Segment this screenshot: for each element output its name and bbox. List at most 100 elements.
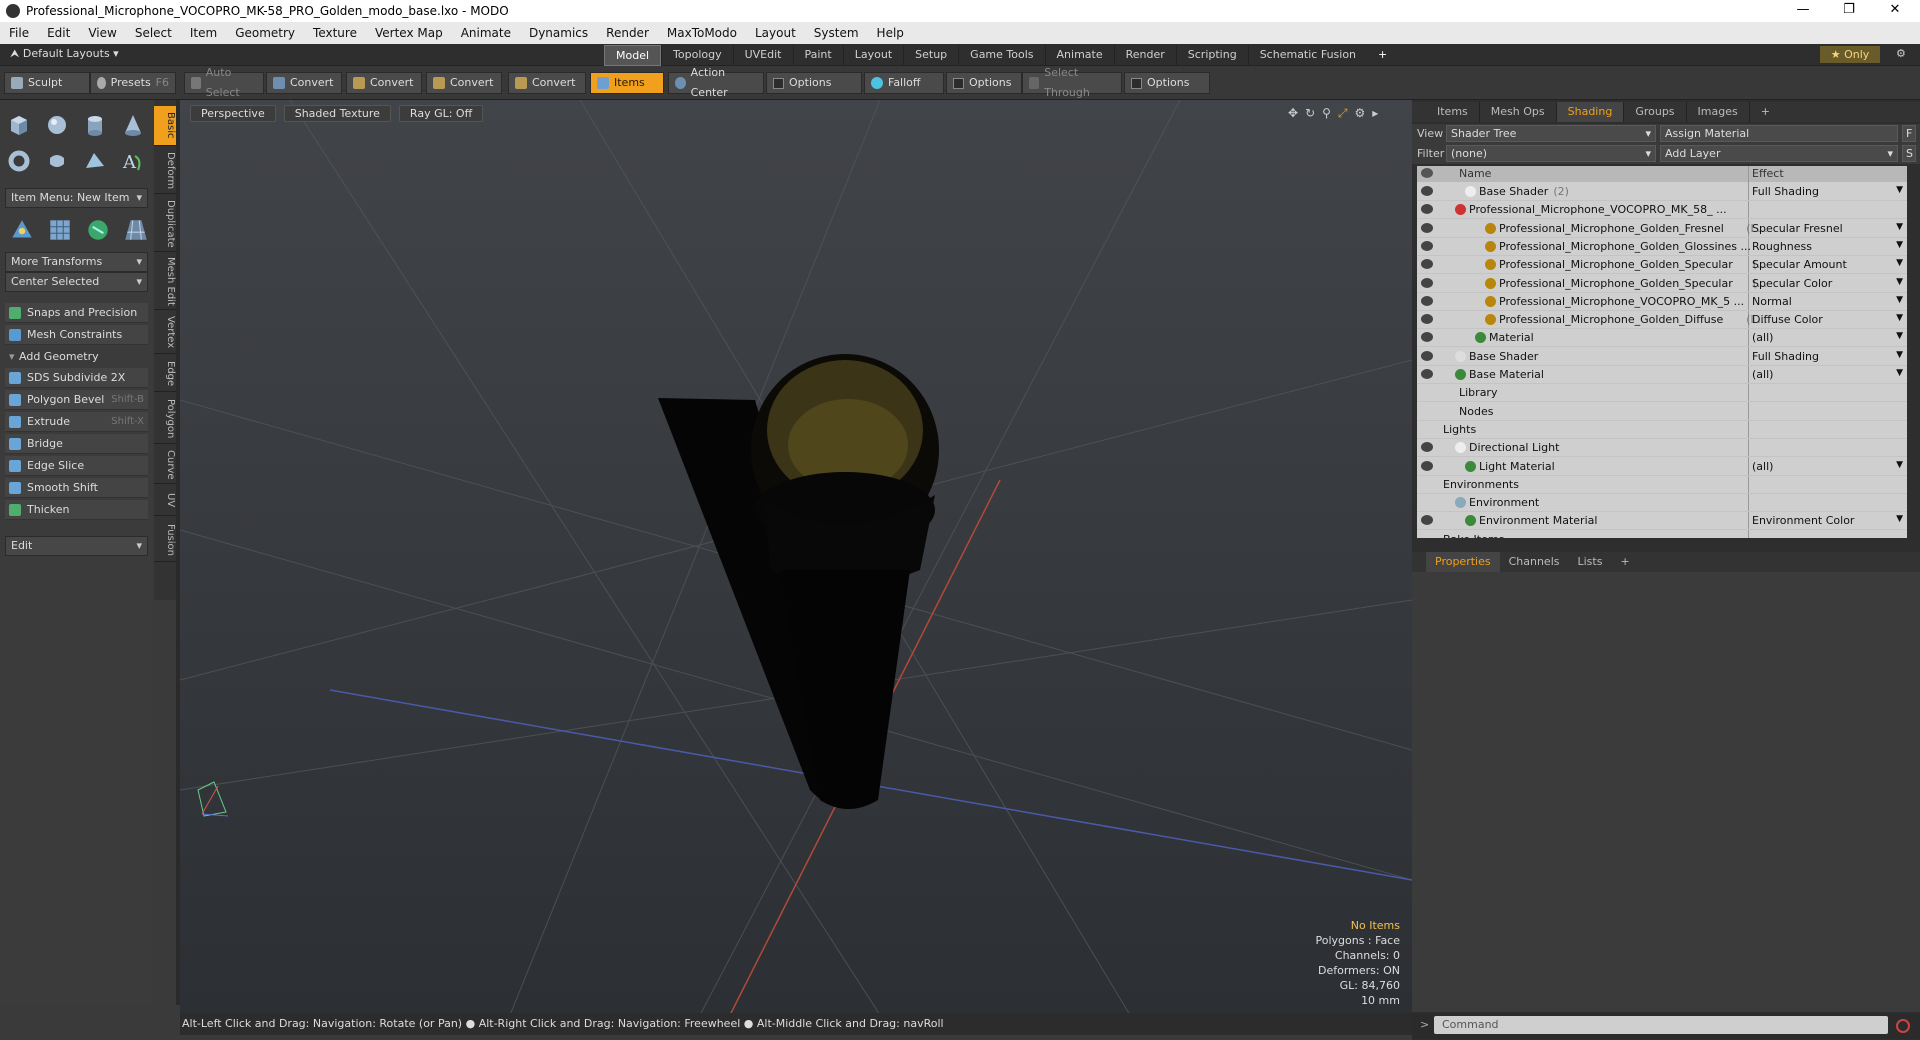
effect-dropdown-icon[interactable]: ▼ [1896,240,1903,250]
cube-icon[interactable] [6,112,32,138]
visibility-eye-icon[interactable] [1421,442,1433,453]
grid-icon[interactable] [46,216,74,244]
row-effect[interactable]: Roughness [1752,240,1812,253]
auto-select-button[interactable]: Auto Select [184,66,264,99]
menu-texture[interactable]: Texture [304,26,366,40]
tab-images[interactable]: Images [1687,102,1750,122]
center-selected-dropdown[interactable]: Center Selected ▾ [5,272,148,292]
vtab-duplicate[interactable]: Duplicate [154,196,176,252]
options-button-2[interactable]: Options [946,72,1022,94]
effect-dropdown-icon[interactable]: ▼ [1896,277,1903,287]
row-effect[interactable]: Diffuse Color [1752,313,1823,326]
vtab-polygon[interactable]: Polygon [154,394,176,444]
visibility-eye-icon[interactable] [1421,222,1433,233]
menu-view[interactable]: View [79,26,125,40]
tool-thicken[interactable]: Thicken [5,500,148,520]
effect-dropdown-icon[interactable]: ▼ [1896,295,1903,305]
item-menu-dropdown[interactable]: Item Menu: New Item ▾ [5,188,148,208]
effect-dropdown-icon[interactable]: ▼ [1896,514,1903,524]
vtab-vertex[interactable]: Vertex [154,312,176,354]
visibility-eye-icon[interactable] [1421,240,1433,251]
row-effect[interactable]: Specular Fresnel [1752,222,1843,235]
tool-extrude[interactable]: Extrude Shift-X [5,412,148,432]
more-transforms-dropdown[interactable]: More Transforms ▾ [5,252,148,272]
shader-tree-row[interactable]: Lights [1417,421,1907,439]
row-effect[interactable]: (all) [1752,460,1773,473]
text-icon[interactable]: A [120,148,146,174]
gear-icon[interactable]: ⚙ [1896,47,1906,60]
menu-layout[interactable]: Layout [746,26,805,40]
tab-channels[interactable]: Channels [1500,552,1569,572]
arrow-right-icon[interactable]: ▸ [1372,106,1378,121]
convert-edges-button[interactable]: Convert [346,72,422,94]
action-center-button[interactable]: Action Center [668,66,764,99]
f-button[interactable]: F [1902,125,1916,142]
visibility-eye-icon[interactable] [1421,295,1433,306]
effect-dropdown-icon[interactable]: ▼ [1896,222,1903,232]
snaps-precision-button[interactable]: Snaps and Precision [5,303,148,323]
add-geometry-header[interactable]: ▾ Add Geometry [5,348,148,366]
capsule-icon[interactable] [44,148,70,174]
shader-tree-row[interactable]: Professional_Microphone_Golden_Specular(… [1417,256,1907,275]
menu-maxtomodo[interactable]: MaxToModo [658,26,746,40]
vtab-edge[interactable]: Edge [154,356,176,392]
lattice-icon[interactable] [122,216,150,244]
row-effect[interactable]: Full Shading [1752,185,1819,198]
column-name[interactable]: Name [1459,167,1491,180]
vtab-curve[interactable]: Curve [154,446,176,484]
sculpt-button[interactable]: Sculpt [4,72,90,94]
effect-dropdown-icon[interactable]: ▼ [1896,460,1903,470]
visibility-eye-icon[interactable] [1421,350,1433,361]
shaded-texture-dropdown[interactable]: Shaded Texture [283,105,391,122]
fit-view-icon[interactable]: ⤢ [1338,106,1348,121]
tab-mesh-ops[interactable]: Mesh Ops [1480,102,1557,122]
tool-edge-slice[interactable]: Edge Slice [5,456,148,476]
effect-dropdown-icon[interactable]: ▼ [1896,368,1903,378]
convert-items-button[interactable]: Convert [508,72,586,94]
vtab-fusion[interactable]: Fusion [154,518,176,562]
tab-render[interactable]: Render [1113,45,1176,66]
pen-icon[interactable] [82,148,108,174]
shader-tree-row[interactable]: Base Material (all) ▼ [1417,366,1907,384]
torus-icon[interactable] [6,148,32,174]
shader-tree-row[interactable]: Base Shader (2) Full Shading ▼ [1417,183,1907,201]
shader-tree-row[interactable]: Environment Material Environment Color ▼ [1417,512,1907,531]
items-mode-button[interactable]: Items [590,72,664,94]
shader-tree-row[interactable]: Material (all) ▼ [1417,329,1907,348]
falloff-button[interactable]: Falloff [864,72,944,94]
effect-dropdown-icon[interactable]: ▼ [1896,313,1903,323]
shader-tree-row[interactable]: Environment [1417,494,1907,513]
tab-model[interactable]: Model [604,45,662,66]
tab-schematic-fusion[interactable]: Schematic Fusion [1247,45,1367,66]
row-effect[interactable]: Normal [1752,295,1792,308]
add-tab-button[interactable]: + [1367,45,1398,66]
menu-select[interactable]: Select [126,26,181,40]
menu-help[interactable]: Help [868,26,913,40]
shader-tree-row[interactable]: Professional_Microphone_Golden_Glossines… [1417,238,1907,256]
shader-tree-row[interactable]: Light Material (all) ▼ [1417,458,1907,476]
s-button[interactable]: S [1902,145,1916,162]
vtab-uv[interactable]: UV [154,486,176,516]
rotate-view-icon[interactable]: ↻ [1305,106,1315,121]
menu-file[interactable]: File [0,26,38,40]
perspective-dropdown[interactable]: Perspective [190,105,276,122]
effect-dropdown-icon[interactable]: ▼ [1896,331,1903,341]
tool-bridge[interactable]: Bridge [5,434,148,454]
shader-tree-row[interactable]: Bake Items [1417,531,1907,538]
maximize-button[interactable]: ❐ [1826,0,1872,22]
tool-smooth-shift[interactable]: Smooth Shift [5,478,148,498]
row-effect[interactable]: Environment Color [1752,514,1854,527]
visibility-eye-icon[interactable] [1421,369,1433,379]
convert-polygons-button[interactable]: Convert [426,72,502,94]
vtab-deform[interactable]: Deform [154,148,176,194]
menu-item[interactable]: Item [181,26,226,40]
transform-icon[interactable] [8,216,36,244]
close-button[interactable]: ✕ [1872,0,1918,22]
row-effect[interactable]: Specular Amount [1752,258,1847,271]
tab-items[interactable]: Items [1426,102,1480,122]
shader-tree-row[interactable]: Professional_Microphone_Golden_Specular(… [1417,275,1907,293]
shader-tree-row[interactable]: Library [1417,384,1907,403]
viewport-gear-icon[interactable]: ⚙ [1355,106,1366,121]
shader-tree-row[interactable]: Professional_Microphone_Golden_Fresnel (I… [1417,220,1907,238]
command-input[interactable]: Command [1434,1016,1888,1034]
